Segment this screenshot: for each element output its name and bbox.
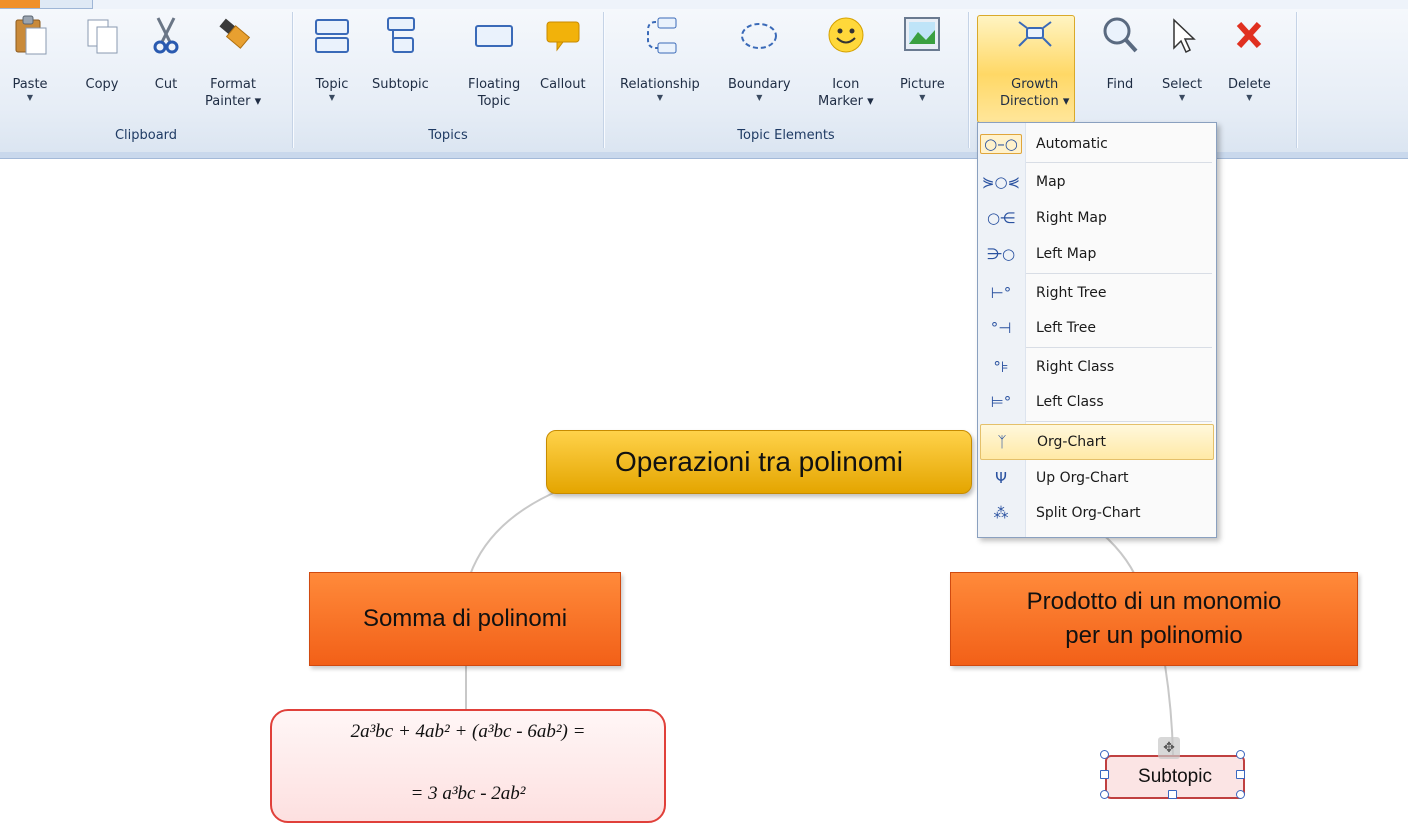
resize-handle[interactable] xyxy=(1236,790,1245,799)
resize-handle[interactable] xyxy=(1100,770,1109,779)
right-map-icon: ○⋲ xyxy=(986,209,1016,227)
formula-line: 2a³bc + 4ab² + (a³bc - 6ab²) = xyxy=(350,721,586,742)
right-class-icon: °⊧ xyxy=(993,358,1009,376)
resize-handle[interactable] xyxy=(1100,790,1109,799)
resize-handle[interactable] xyxy=(1168,790,1177,799)
split-org-chart-icon: ⁂ xyxy=(993,504,1009,522)
menu-item-right-tree[interactable]: ⊢° Right Tree xyxy=(980,276,1212,310)
left-map-icon: ⋺○ xyxy=(986,245,1016,263)
menu-item-automatic[interactable]: ○–○ Automatic xyxy=(980,127,1212,161)
menu-item-left-class[interactable]: ⊨° Left Class xyxy=(980,385,1212,419)
menu-item-right-class[interactable]: °⊧ Right Class xyxy=(980,350,1212,384)
main-topic-prodotto[interactable]: Prodotto di un monomio per un polinomio xyxy=(950,572,1358,666)
main-topic-somma[interactable]: Somma di polinomi xyxy=(309,572,621,666)
topic-text-line: Prodotto di un monomio xyxy=(1026,588,1282,615)
map-icon: ⋟○⋞ xyxy=(981,173,1021,191)
central-topic[interactable]: Operazioni tra polinomi xyxy=(546,430,972,494)
menu-item-map[interactable]: ⋟○⋞ Map xyxy=(980,165,1212,199)
menu-separator xyxy=(1026,347,1212,348)
resize-handle[interactable] xyxy=(1236,750,1245,759)
resize-handle[interactable] xyxy=(1236,770,1245,779)
menu-item-org-chart[interactable]: ᛉ Org-Chart xyxy=(980,424,1214,460)
menu-item-left-map[interactable]: ⋺○ Left Map xyxy=(980,237,1212,271)
menu-item-up-org-chart[interactable]: Ψ Up Org-Chart xyxy=(980,461,1212,495)
left-tree-icon: °⊣ xyxy=(990,319,1012,337)
topic-text-line: per un polinomio xyxy=(1065,622,1243,649)
move-icon[interactable]: ✥ xyxy=(1158,737,1180,759)
menu-item-right-map[interactable]: ○⋲ Right Map xyxy=(980,201,1212,235)
up-org-chart-icon: Ψ xyxy=(995,469,1007,487)
growth-direction-menu: ○–○ Automatic ⋟○⋞ Map ○⋲ Right Map ⋺○ Le… xyxy=(977,122,1217,538)
menu-separator xyxy=(1026,162,1212,163)
formula-callout[interactable]: 2a³bc + 4ab² + (a³bc - 6ab²) = = 3 a³bc … xyxy=(270,709,666,823)
org-chart-icon: ᛉ xyxy=(997,433,1007,451)
automatic-icon: ○–○ xyxy=(980,127,1022,161)
menu-separator xyxy=(1026,273,1212,274)
menu-item-split-org-chart[interactable]: ⁂ Split Org-Chart xyxy=(980,496,1212,530)
resize-handle[interactable] xyxy=(1100,750,1109,759)
right-tree-icon: ⊢° xyxy=(990,284,1012,302)
formula-line: = 3 a³bc - 2ab² xyxy=(410,783,526,804)
menu-separator xyxy=(1026,421,1212,422)
left-class-icon: ⊨° xyxy=(990,393,1012,411)
menu-item-left-tree[interactable]: °⊣ Left Tree xyxy=(980,311,1212,345)
